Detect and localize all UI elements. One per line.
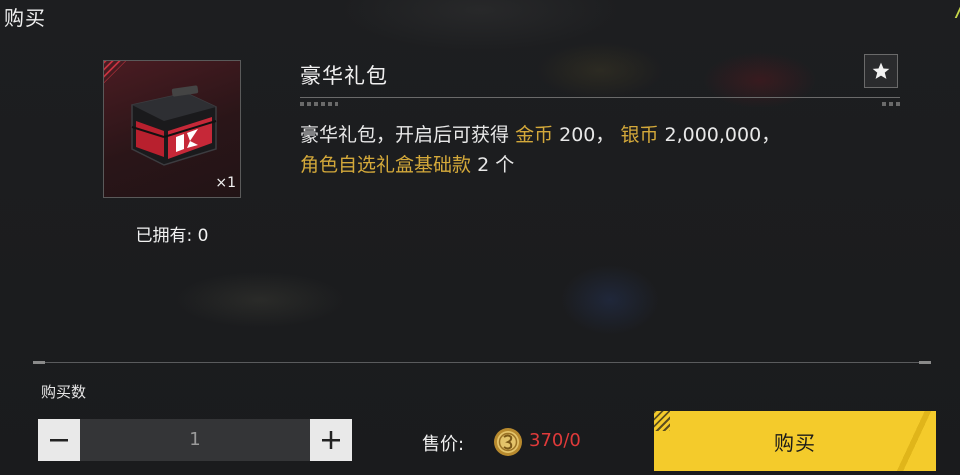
reward-gold-value: 200， — [559, 124, 615, 146]
section-divider — [33, 361, 931, 364]
name-divider — [300, 97, 900, 98]
item-name: 豪华礼包 — [300, 64, 388, 88]
decrease-quantity-button[interactable] — [38, 419, 80, 461]
price-value: 370/0 — [529, 430, 581, 451]
star-icon — [872, 62, 890, 79]
description-intro: 豪华礼包，开启后可获得 — [300, 124, 510, 146]
divider-decoration-right — [882, 102, 900, 106]
coin-icon — [494, 428, 522, 456]
quantity-heading: 购买数 — [41, 383, 87, 401]
reward-gold-name: 金币 — [515, 124, 554, 146]
plus-icon — [322, 431, 340, 449]
reward-box-name: 角色自选礼盒基础款 — [300, 154, 472, 176]
owned-count: 已拥有: 0 — [135, 226, 209, 246]
buy-button[interactable]: 购买 — [654, 411, 936, 471]
reward-silver-name: 银币 — [620, 124, 659, 146]
item-card: ×1 — [103, 60, 241, 198]
chest-icon — [131, 85, 217, 166]
price-label: 售价: — [422, 434, 465, 455]
item-description: 豪华礼包，开启后可获得 金币 200， 银币 2,000,000， 角色自选礼盒… — [300, 120, 900, 180]
quantity-input[interactable]: 1 — [80, 419, 310, 461]
reward-box-value: 2 个 — [477, 154, 515, 176]
favorite-button[interactable] — [864, 54, 898, 88]
reward-silver-value: 2,000,000， — [664, 124, 781, 146]
item-quantity: ×1 — [215, 175, 236, 191]
divider-decoration-left — [300, 102, 338, 106]
dialog-title: 购买 — [4, 6, 46, 30]
buy-button-label: 购买 — [774, 430, 816, 455]
minus-icon — [50, 439, 68, 442]
increase-quantity-button[interactable] — [310, 419, 352, 461]
